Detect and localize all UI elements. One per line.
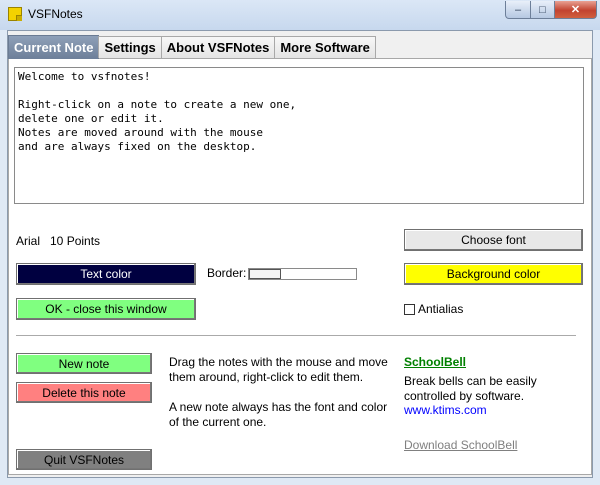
window-title: VSFNotes bbox=[28, 7, 83, 21]
antialias-checkbox[interactable] bbox=[404, 304, 415, 315]
quit-button[interactable]: Quit VSFNotes bbox=[16, 449, 152, 470]
font-info-label: Arial 10 Points bbox=[16, 234, 101, 248]
section-divider bbox=[16, 335, 576, 337]
tab-current-note[interactable]: Current Note bbox=[8, 35, 100, 59]
delete-note-button[interactable]: Delete this note bbox=[16, 382, 152, 403]
choose-font-button[interactable]: Choose font bbox=[404, 229, 583, 251]
minimize-button[interactable]: – bbox=[505, 1, 531, 19]
border-slider[interactable] bbox=[248, 268, 357, 280]
help-text-drag: Drag the notes with the mouse and move t… bbox=[169, 355, 388, 384]
close-button[interactable]: ✕ bbox=[554, 1, 597, 19]
note-text-area[interactable]: Welcome to vsfnotes! Right-click on a no… bbox=[14, 67, 584, 204]
download-schoolbell-link[interactable]: Download SchoolBell bbox=[404, 438, 517, 452]
tab-about[interactable]: About VSFNotes bbox=[160, 36, 276, 58]
text-color-button[interactable]: Text color bbox=[16, 263, 196, 285]
border-slider-thumb[interactable] bbox=[249, 269, 281, 279]
new-note-button[interactable]: New note bbox=[16, 353, 152, 374]
border-label: Border: bbox=[207, 266, 247, 280]
tab-settings[interactable]: Settings bbox=[98, 36, 162, 58]
help-text: Drag the notes with the mouse and move t… bbox=[169, 355, 389, 445]
tab-more-software[interactable]: More Software bbox=[274, 36, 376, 58]
antialias-label: Antialias bbox=[418, 302, 464, 316]
background-color-button[interactable]: Background color bbox=[404, 263, 583, 285]
ok-close-button[interactable]: OK - close this window bbox=[16, 298, 196, 320]
schoolbell-description: Break bells can be easily controlled by … bbox=[404, 374, 537, 403]
schoolbell-link[interactable]: SchoolBell bbox=[404, 355, 466, 369]
app-note-icon bbox=[8, 7, 22, 21]
tab-strip: Current Note Settings About VSFNotes Mor… bbox=[8, 35, 376, 59]
help-text-new-note: A new note always has the font and color… bbox=[169, 400, 388, 429]
maximize-button[interactable]: □ bbox=[530, 1, 555, 19]
schoolbell-url-link[interactable]: www.ktims.com bbox=[404, 403, 487, 417]
